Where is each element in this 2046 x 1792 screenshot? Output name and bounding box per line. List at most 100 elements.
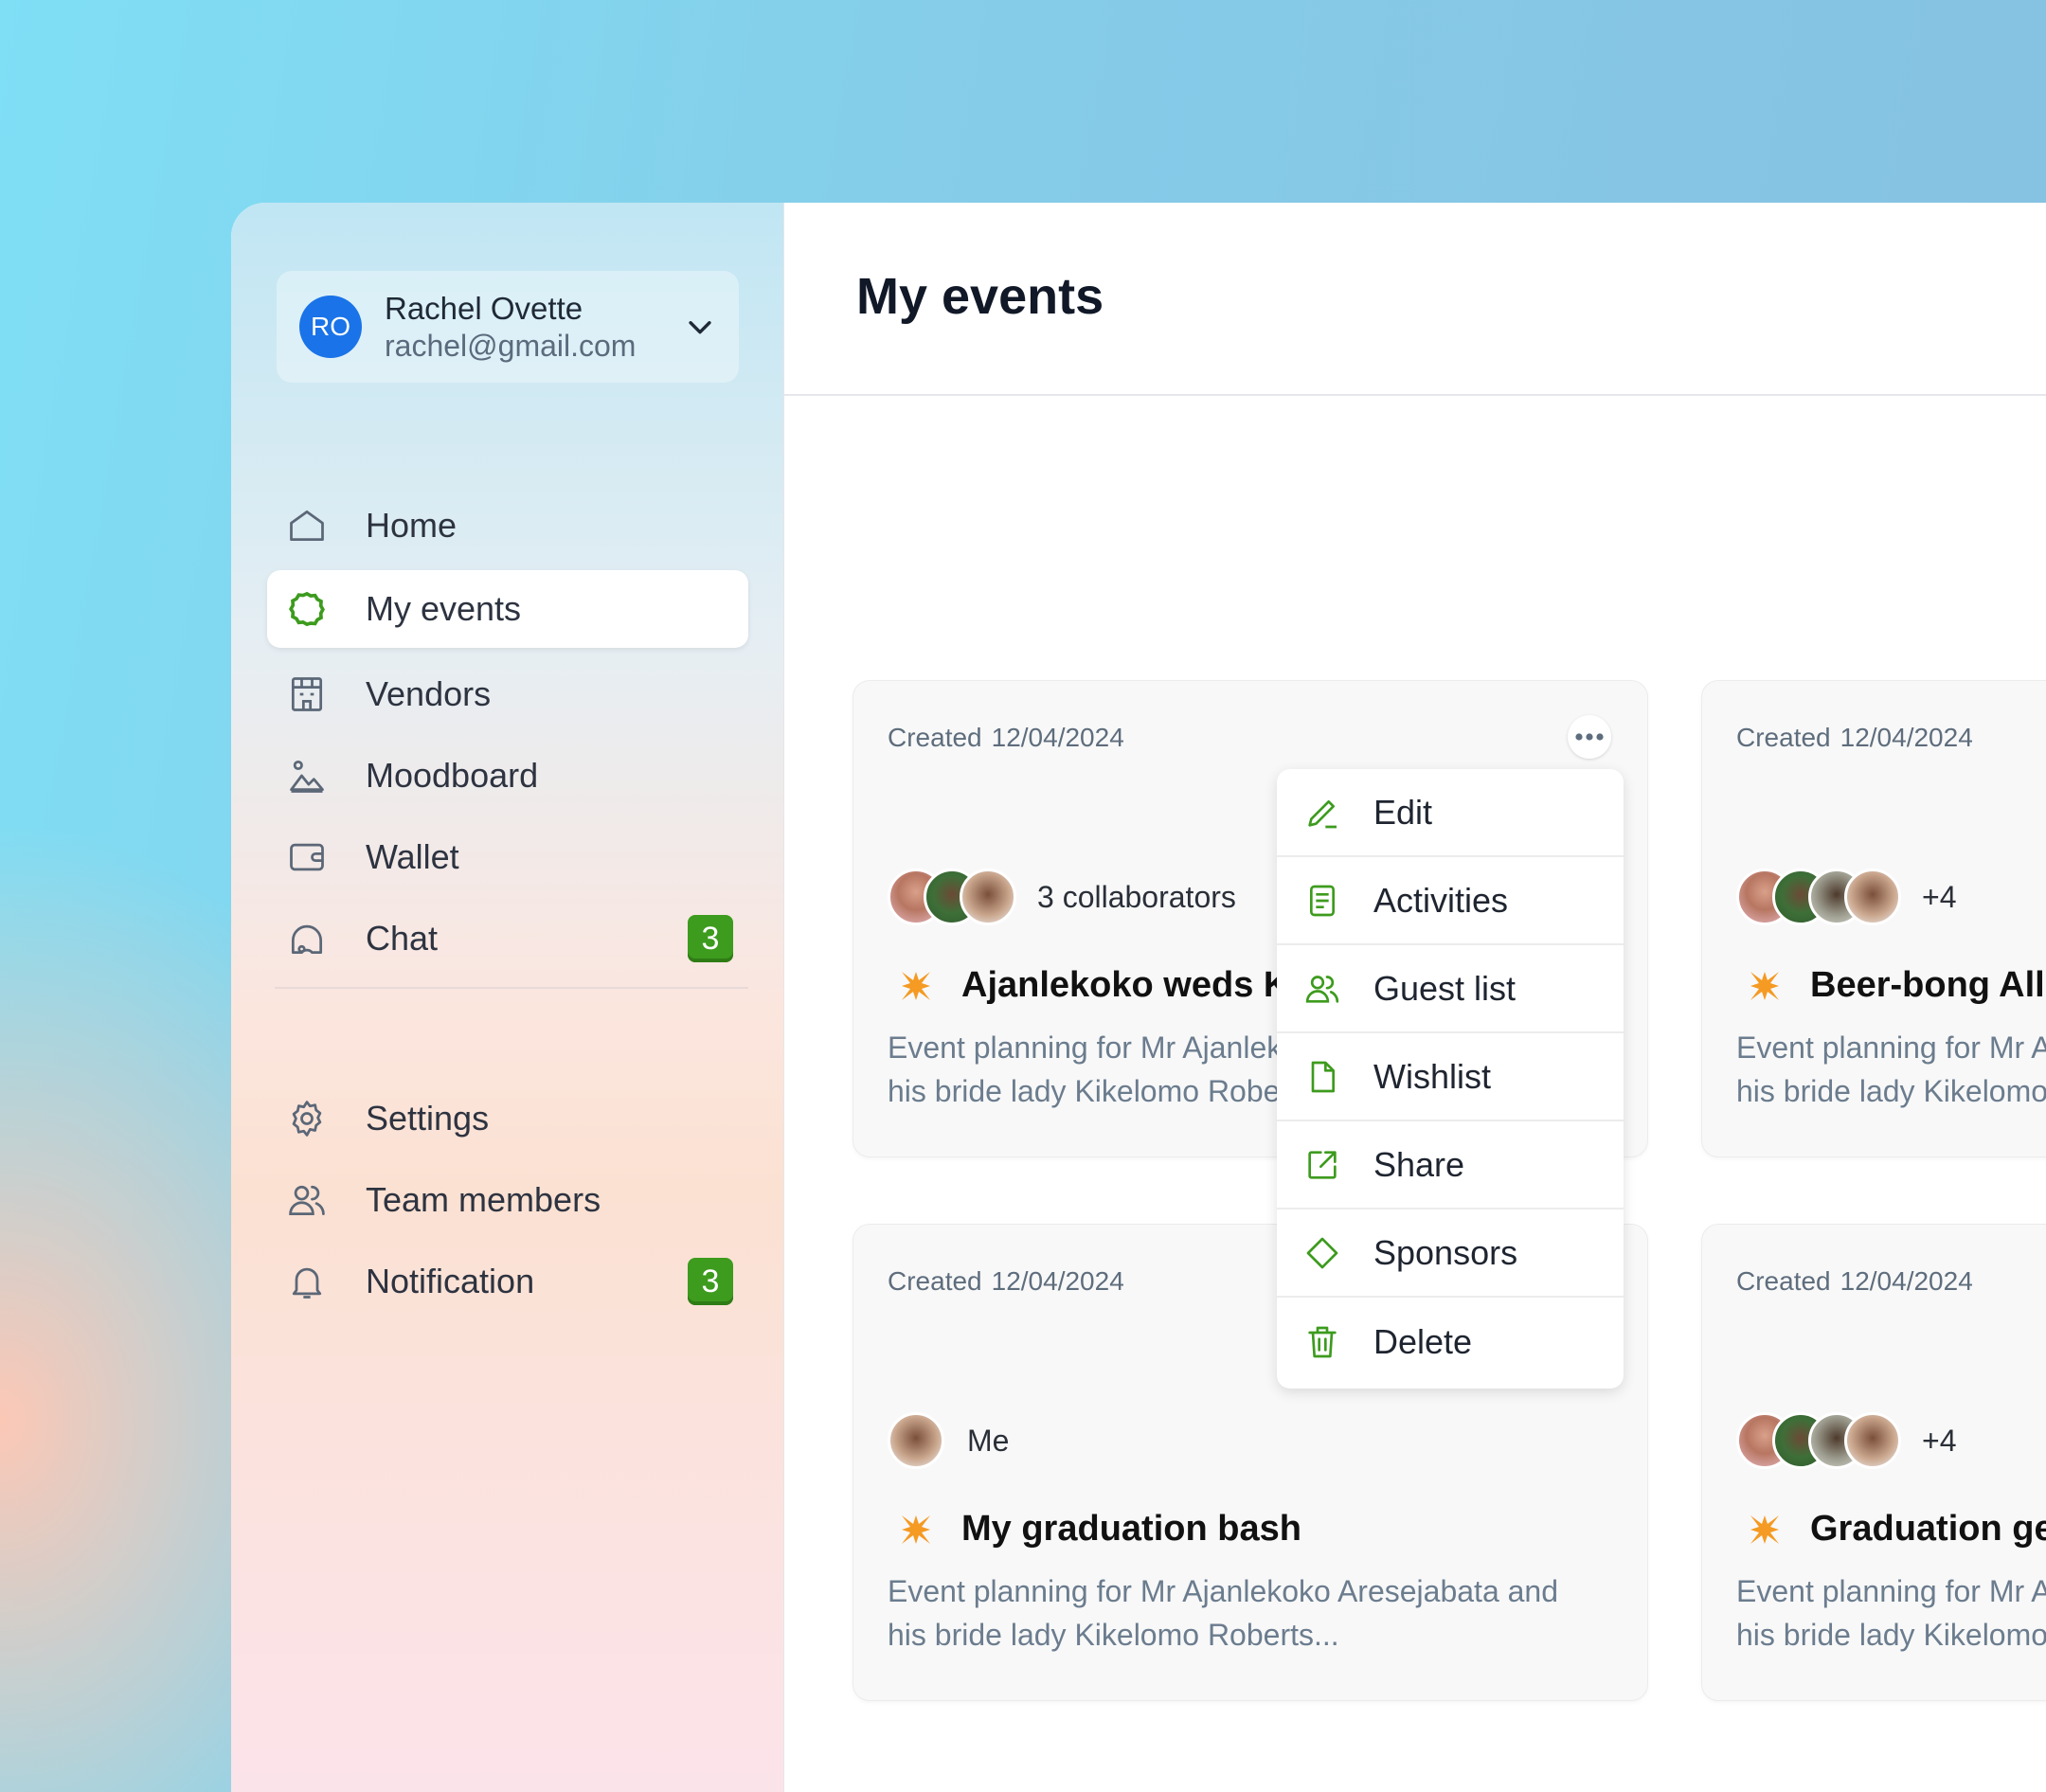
- collaborators-count: Me: [967, 1423, 1010, 1458]
- menu-item-label: Guest list: [1373, 968, 1517, 1008]
- context-menu: Edit Activities Guest list Wishlist Shar…: [1277, 769, 1624, 1389]
- sidebar-item-label: Notification: [366, 1262, 535, 1300]
- sidebar-item-my-events[interactable]: My events: [267, 570, 748, 648]
- collaborators-count: 3 collaborators: [1037, 879, 1236, 914]
- avatar: [960, 869, 1016, 925]
- card-description: Event planning for Mr Ajanlekoko Areseja…: [1736, 1026, 2046, 1113]
- sidebar-item-label: Vendors: [366, 674, 492, 713]
- menu-item-sponsors[interactable]: Sponsors: [1277, 1210, 1624, 1298]
- sidebar-item-home[interactable]: Home: [267, 487, 748, 564]
- avatar: [1844, 869, 1901, 925]
- menu-item-delete[interactable]: Delete: [1277, 1298, 1624, 1386]
- sidebar-item-label: Team members: [366, 1180, 601, 1219]
- file-icon: [1311, 1061, 1335, 1092]
- trash-icon: [1308, 1326, 1337, 1357]
- card-created: Created 12/04/2024: [1736, 1266, 1973, 1297]
- sidebar-item-moodboard[interactable]: Moodboard: [267, 737, 748, 815]
- sidebar: RO Rachel Ovette rachel@gmail.com Home M…: [231, 203, 784, 1792]
- created-label: Created: [1736, 1266, 1831, 1296]
- collaborators-row: Me: [888, 1410, 1009, 1471]
- card-title-row: Beer-bong All Night: [1748, 965, 2046, 1006]
- chat-badge: 3: [688, 915, 733, 962]
- page-title: My events: [856, 268, 1104, 325]
- card-created: Created 12/04/2024: [1736, 723, 1973, 753]
- desc-line: Event planning for Mr Ajanlekoko Areseja…: [1736, 1030, 2046, 1065]
- gear-icon: [292, 1101, 322, 1137]
- card-title: Beer-bong All Night: [1810, 965, 2046, 1005]
- notification-badge: 3: [688, 1258, 733, 1305]
- menu-item-wishlist[interactable]: Wishlist: [1277, 1033, 1624, 1121]
- document-icon: [1310, 885, 1335, 916]
- desc-line: his bride lady Kikelomo Roberts...: [1736, 1074, 2046, 1108]
- menu-item-label: Activities: [1373, 880, 1509, 920]
- sidebar-item-settings[interactable]: Settings: [267, 1080, 748, 1157]
- more-horizontal-icon: [1575, 733, 1604, 741]
- collaborators-row: +4: [1736, 867, 1956, 927]
- menu-item-edit[interactable]: Edit: [1277, 769, 1624, 857]
- sidebar-item-label: Home: [366, 506, 458, 545]
- moodboard-icon: [290, 760, 324, 793]
- sidebar-item-notification[interactable]: Notification 3: [267, 1243, 748, 1320]
- sidebar-item-chat[interactable]: Chat 3: [267, 900, 748, 977]
- card-title-row: Graduation get-together: [1748, 1509, 2046, 1550]
- profile-name: Rachel Ovette: [385, 291, 583, 326]
- collaborators-count: +4: [1922, 1423, 1957, 1458]
- card-description: Event planning for Mr Ajanlekoko Areseja…: [1736, 1569, 2046, 1657]
- card-title: My graduation bash: [961, 1509, 1301, 1549]
- sidebar-item-label: Wallet: [366, 837, 459, 876]
- avatar-stack: [1736, 869, 1901, 925]
- menu-item-label: Edit: [1373, 792, 1433, 832]
- menu-item-activities[interactable]: Activities: [1277, 857, 1624, 945]
- share-icon: [1308, 1150, 1337, 1179]
- profile-switcher[interactable]: RO Rachel Ovette rachel@gmail.com: [277, 271, 739, 383]
- desc-line: his bride lady Kikelomo Roberts...: [1736, 1618, 2046, 1652]
- sidebar-divider: [275, 987, 748, 989]
- bell-icon: [292, 1267, 322, 1299]
- menu-item-label: Share: [1373, 1144, 1465, 1184]
- menu-item-share[interactable]: Share: [1277, 1121, 1624, 1210]
- created-label: Created: [888, 1266, 982, 1296]
- chevron-down-icon[interactable]: [684, 311, 716, 343]
- menu-item-guest-list[interactable]: Guest list: [1277, 945, 1624, 1033]
- created-label: Created: [1736, 723, 1831, 752]
- card-created: Created 12/04/2024: [888, 723, 1124, 753]
- sidebar-item-team-members[interactable]: Team members: [267, 1161, 748, 1239]
- event-card[interactable]: Created 12/04/2024 +4 Graduation get-toge…: [1701, 1224, 2046, 1701]
- menu-item-label: Wishlist: [1373, 1056, 1491, 1096]
- pencil-icon: [1308, 799, 1337, 828]
- sidebar-item-label: My events: [366, 589, 522, 628]
- avatar: [1844, 1412, 1901, 1469]
- avatar: [888, 1412, 944, 1469]
- diamond-icon: [1306, 1237, 1338, 1268]
- sidebar-item-wallet[interactable]: Wallet: [267, 818, 748, 896]
- users-icon: [1305, 975, 1339, 1003]
- profile-email: rachel@gmail.com: [385, 329, 637, 363]
- sparkle-icon: [902, 1514, 930, 1544]
- menu-item-label: Delete: [1373, 1321, 1473, 1361]
- sidebar-item-label: Settings: [366, 1099, 490, 1138]
- sidebar-item-label: Chat: [366, 919, 439, 958]
- created-date: 12/04/2024: [1840, 723, 1973, 752]
- profile-info: Rachel Ovette rachel@gmail.com: [385, 290, 684, 364]
- created-date: 12/04/2024: [1840, 1266, 1973, 1296]
- sparkle-icon: [1750, 1514, 1779, 1544]
- vendors-icon: [291, 677, 323, 711]
- avatar-stack: [888, 869, 1016, 925]
- page-header: My events: [784, 203, 2046, 396]
- team-icon: [289, 1185, 325, 1216]
- collaborators-row: +4: [1736, 1410, 1956, 1471]
- created-date: 12/04/2024: [991, 723, 1124, 752]
- avatar: RO: [299, 296, 362, 358]
- sidebar-item-vendors[interactable]: Vendors: [267, 655, 748, 733]
- created-label: Created: [888, 723, 982, 752]
- created-date: 12/04/2024: [991, 1266, 1124, 1296]
- card-created: Created 12/04/2024: [888, 1266, 1124, 1297]
- desc-line: his bride lady Kikelomo Roberts...: [888, 1618, 1339, 1652]
- events-icon: [289, 591, 325, 627]
- more-options-button[interactable]: [1568, 715, 1611, 759]
- event-card[interactable]: Created 12/04/2024 +4 Beer-bong All Night…: [1701, 680, 2046, 1157]
- card-title: Graduation get-together: [1810, 1509, 2046, 1549]
- card-description: Event planning for Mr Ajanlekoko Areseja…: [888, 1569, 1626, 1657]
- collaborators-row: 3 collaborators: [888, 867, 1236, 927]
- chat-icon: [291, 924, 323, 955]
